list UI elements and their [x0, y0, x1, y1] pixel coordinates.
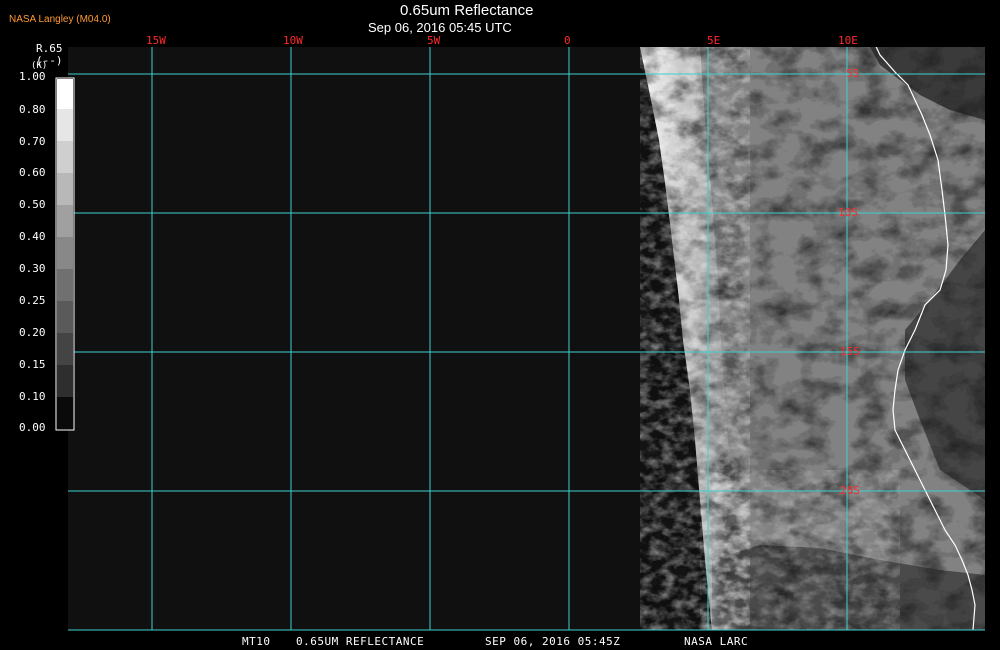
legend-tick: 0.20	[19, 326, 46, 339]
lat-label-10s: 10S	[838, 206, 858, 219]
legend-tick: 0.10	[19, 390, 46, 403]
lat-label-5s: 5S	[846, 67, 860, 80]
page-subtitle: Sep 06, 2016 05:45 UTC	[368, 20, 512, 35]
lat-label-20s: 20S	[840, 484, 860, 497]
page-title: 0.65um Reflectance	[400, 2, 534, 19]
footer-source: NASA LARC	[684, 635, 749, 648]
lon-label-5e: 5E	[707, 34, 721, 47]
lon-label-0: 0	[564, 34, 571, 47]
lon-label-5w: 5W	[427, 34, 441, 47]
brand-label: NASA Langley (M04.0)	[9, 14, 111, 25]
lon-label-15w: 15W	[146, 34, 166, 47]
footer-name: 0.65UM REFLECTANCE	[296, 635, 425, 648]
legend-tick: 0.70	[19, 135, 46, 148]
legend-tick: 0.15	[19, 358, 46, 371]
legend-tick: 1.00	[19, 70, 46, 83]
legend-tick: 0.50	[19, 198, 46, 211]
satellite-imagery-map	[0, 0, 1000, 650]
legend-tick: 0.60	[19, 166, 46, 179]
footer-datetime: SEP 06, 2016 05:45Z	[485, 635, 621, 648]
legend-tick: 0.80	[19, 103, 46, 116]
legend-tick: 0.00	[19, 421, 46, 434]
legend-colorbar	[55, 77, 75, 431]
legend-tick: 0.30	[19, 262, 46, 275]
legend-tick: 0.25	[19, 294, 46, 307]
lon-label-10w: 10W	[283, 34, 303, 47]
legend-tick: 0.40	[19, 230, 46, 243]
footer-product: MT10	[242, 635, 271, 648]
lon-label-10e: 10E	[838, 34, 858, 47]
lat-label-15s: 15S	[840, 345, 860, 358]
